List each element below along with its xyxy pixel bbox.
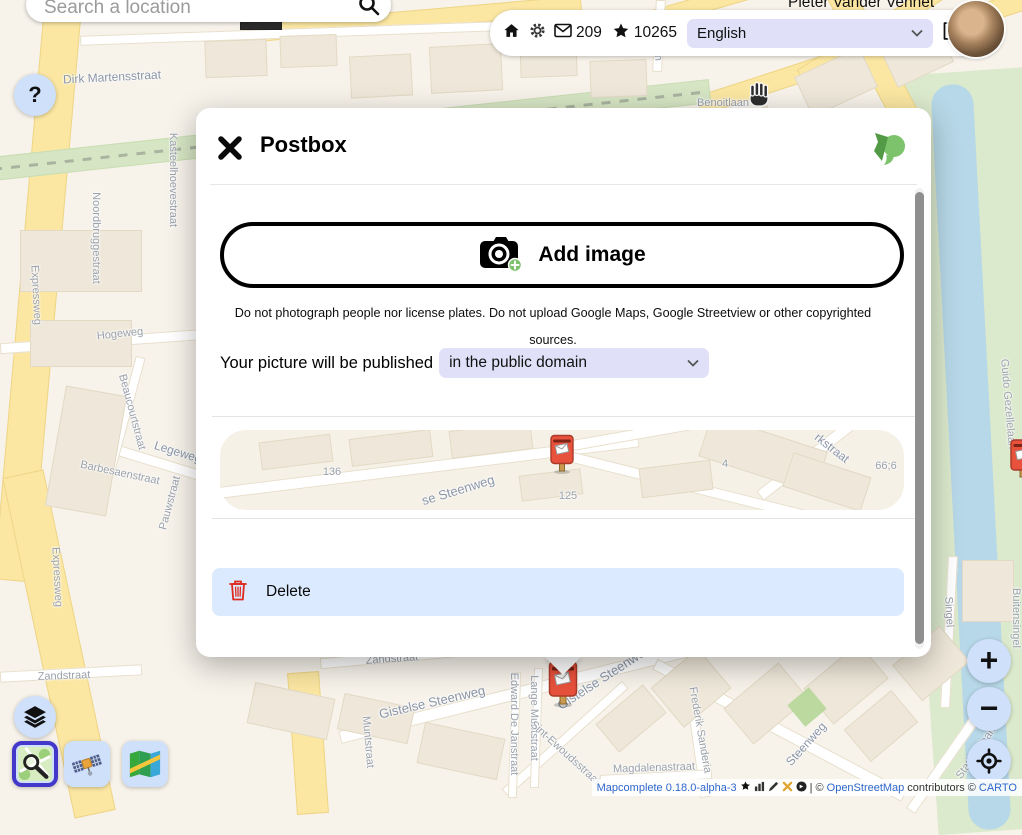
search-bar <box>26 0 391 22</box>
street-label: 136 <box>323 466 341 478</box>
street-label: Frederik Sanderia <box>686 686 713 774</box>
location-minimap[interactable]: 122136se Steenweg1254rkstraat66;6 <box>220 430 904 510</box>
street-label: Dirk Martensstraat <box>63 67 162 86</box>
street-label: Beaucourtstraat <box>116 373 148 451</box>
add-image-button[interactable]: Add image <box>220 222 904 288</box>
street-label: Steenweg <box>783 719 829 768</box>
help-label: ? <box>28 82 41 108</box>
street-label: Zandstraat <box>38 669 91 683</box>
trash-icon <box>228 579 248 606</box>
copyright-symbol: © <box>816 782 824 794</box>
street-label: Sint-Ewoudsstraat <box>528 719 602 788</box>
street-label: Singel <box>942 596 956 627</box>
divider <box>212 416 915 417</box>
street-label: Guido Gezellelaan <box>998 358 1018 449</box>
mapcomplete-app: { "colors": { "control_bg": "#cfe0fb", "… <box>0 0 1022 796</box>
street-label: Expressweg <box>28 265 43 325</box>
license-select[interactable]: in the public domain <box>439 348 709 378</box>
dialog-title: Postbox <box>260 132 347 158</box>
attribution-separator: | <box>810 782 813 794</box>
satellite-icon <box>70 747 104 781</box>
street-label: 125 <box>559 490 577 502</box>
street-label: Expressweg <box>49 547 64 607</box>
zoom-in-label: + <box>980 644 999 676</box>
zoom-out-button[interactable]: − <box>967 687 1011 731</box>
basemap-style-topomap[interactable] <box>122 741 168 787</box>
postbox-marker-edge[interactable] <box>1010 438 1022 480</box>
settings-gear-icon[interactable] <box>529 22 546 44</box>
license-selected: in the public domain <box>449 354 587 372</box>
street-label: 4 <box>722 458 728 470</box>
license-prefix: Your picture will be published <box>220 354 433 373</box>
license-row: Your picture will be published in the pu… <box>220 348 709 378</box>
github-icon[interactable] <box>740 781 751 795</box>
home-icon[interactable] <box>502 21 521 45</box>
layers-icon <box>23 705 47 729</box>
street-label: Lange Muntstraat <box>528 675 540 761</box>
dialog-pointer <box>544 656 582 675</box>
street-label: se Steenweg <box>420 472 496 508</box>
camera-icon <box>478 234 524 277</box>
street-label: Pauwstraat <box>157 475 183 531</box>
basemap-style-satellite[interactable] <box>64 741 110 787</box>
street-label: Muntstraat <box>360 716 376 769</box>
scrollbar-thumb[interactable] <box>915 192 924 644</box>
help-button[interactable]: ? <box>14 74 56 116</box>
geolocate-button[interactable] <box>967 739 1011 783</box>
street-label: Buitensingel <box>1010 588 1022 648</box>
postbox-marker-minimap <box>550 434 574 474</box>
search-icon[interactable] <box>357 0 381 22</box>
street-label: Gistelse Steenweg <box>377 682 486 721</box>
basemap-style-osm[interactable] <box>12 741 58 787</box>
star-count: 10265 <box>634 24 677 42</box>
osm-link[interactable]: OpenStreetMap <box>827 782 905 794</box>
divider <box>210 184 917 185</box>
street-label: Kasteelhoevestraat <box>167 133 179 227</box>
chevron-down-icon <box>911 29 923 37</box>
search-input[interactable] <box>26 0 357 19</box>
carto-link[interactable]: CARTO <box>979 782 1017 794</box>
divider <box>212 518 915 519</box>
mapcomplete-version-link[interactable]: Mapcomplete 0.18.0-alpha-3 <box>597 782 737 794</box>
zoom-in-button[interactable]: + <box>967 639 1011 683</box>
close-icon[interactable] <box>216 134 244 162</box>
chevron-down-icon <box>687 359 699 367</box>
stats-icon[interactable] <box>754 781 765 795</box>
dialog-scrollbar[interactable] <box>915 188 924 649</box>
postbox-dialog: Postbox Add image Do not photograph peop… <box>196 108 931 657</box>
attribution-bar: Mapcomplete 0.18.0-alpha-3 | © OpenStree… <box>592 779 1022 796</box>
zoom-out-label: − <box>980 692 999 724</box>
street-label: Hogeweg <box>96 326 143 343</box>
messages-icon[interactable] <box>554 23 572 43</box>
mastodon-icon[interactable] <box>796 781 807 795</box>
delete-label: Delete <box>266 583 311 601</box>
street-label: 66;6 <box>875 460 896 472</box>
user-panel: 209 10265 English <box>490 10 1002 56</box>
language-selected: English <box>697 25 746 42</box>
mapcomplete-logo-icon <box>869 130 909 170</box>
delete-button[interactable]: Delete <box>212 568 904 616</box>
street-label: Magdalenastraat <box>613 761 695 776</box>
layers-button[interactable] <box>14 696 56 738</box>
avatar[interactable] <box>948 1 1004 57</box>
edit-pencil-icon[interactable] <box>768 781 779 795</box>
star-icon <box>612 22 630 45</box>
copyright-symbol: © <box>968 782 976 794</box>
street-label: rkstraat <box>812 430 852 466</box>
geolocate-icon <box>976 748 1002 774</box>
street-label: Edward De Janstraat <box>508 673 520 776</box>
message-count: 209 <box>576 24 602 42</box>
image-upload-notice: Do not photograph people nor license pla… <box>220 300 886 354</box>
language-select[interactable]: English <box>687 19 933 48</box>
street-label: Barbesaenstraat <box>79 459 160 488</box>
contributors-text: contributors <box>907 782 964 794</box>
add-image-label: Add image <box>538 243 645 267</box>
josm-icon[interactable] <box>782 781 793 795</box>
folded-map-icon <box>128 747 162 781</box>
street-label: Noordbruggestraat <box>90 192 102 284</box>
osm-map-icon <box>18 747 52 781</box>
